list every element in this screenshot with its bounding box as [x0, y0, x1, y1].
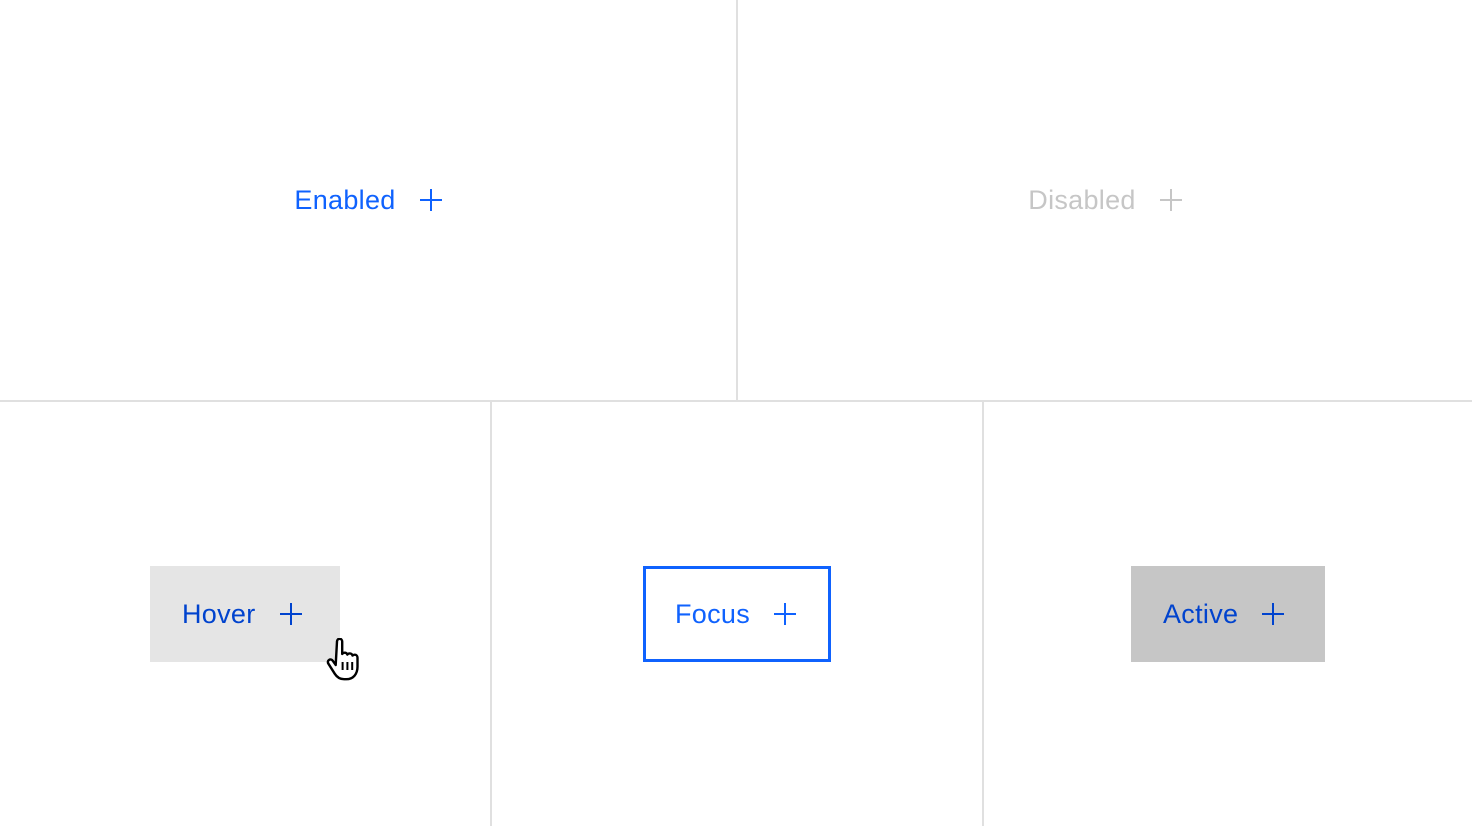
hover-cell: Hover: [0, 402, 490, 826]
active-button-label: Active: [1163, 598, 1239, 629]
enabled-button-label: Enabled: [294, 184, 396, 215]
disabled-cell: Disabled: [738, 0, 1472, 400]
active-cell: Active: [984, 402, 1472, 826]
button-states-sheet: Enabled Disabled Hover Focus Active: [0, 0, 1472, 826]
plus-icon: [1159, 189, 1182, 211]
focus-button-label: Focus: [675, 598, 751, 629]
plus-icon: [1262, 603, 1285, 625]
active-ghost-button[interactable]: Active: [1131, 566, 1325, 662]
enabled-cell: Enabled: [0, 0, 736, 400]
vertical-divider-top: [736, 0, 738, 400]
enabled-ghost-button[interactable]: Enabled: [262, 152, 473, 248]
focus-cell: Focus: [492, 402, 982, 826]
disabled-button-label: Disabled: [1028, 184, 1136, 215]
plus-icon: [279, 603, 302, 625]
hover-ghost-button[interactable]: Hover: [150, 566, 340, 662]
hand-pointer-icon: [326, 638, 359, 681]
disabled-ghost-button: Disabled: [996, 152, 1213, 248]
hover-button-label: Hover: [182, 598, 256, 629]
plus-icon: [774, 603, 797, 625]
focus-ghost-button[interactable]: Focus: [643, 566, 831, 662]
plus-icon: [419, 189, 442, 211]
